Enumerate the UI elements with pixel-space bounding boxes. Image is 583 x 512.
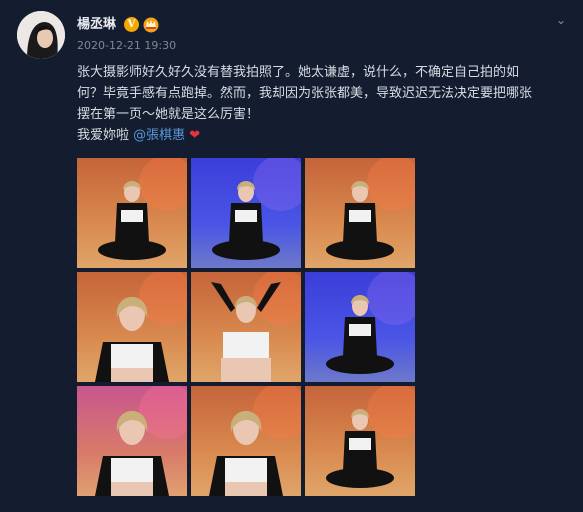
photo-7[interactable]: [77, 386, 187, 496]
photo-4[interactable]: [77, 272, 187, 382]
photo-grid: [77, 158, 415, 496]
photo-8[interactable]: [191, 386, 301, 496]
crown-icon: [142, 15, 160, 33]
post-text-line: 何？毕竟手感有点跑掉。然而，我却因为张张都美，导致迟迟无法决定要把哪张: [77, 86, 533, 101]
photo-6[interactable]: [305, 272, 415, 382]
love-text: 我爱妳啦: [77, 128, 134, 143]
photo-1[interactable]: [77, 158, 187, 268]
photo-9[interactable]: [305, 386, 415, 496]
chevron-down-icon[interactable]: ⌄: [554, 14, 568, 26]
post-text: 张大摄影师好久好久没有替我拍照了。她太谦虚，说什么，不确定自己拍的如 何？毕竟手…: [77, 62, 572, 146]
mention-link[interactable]: @張棋惠: [133, 128, 185, 143]
photo-3[interactable]: [305, 158, 415, 268]
post-text-line: 张大摄影师好久好久没有替我拍照了。她太谦虚，说什么，不确定自己拍的如: [77, 65, 520, 80]
post-text-line: 摆在第一页～她就是这么厉害！: [77, 107, 260, 122]
avatar[interactable]: [17, 11, 65, 59]
username[interactable]: 楊丞琳: [77, 16, 116, 34]
post-timestamp[interactable]: 2020-12-21 19:30: [77, 39, 176, 53]
photo-2[interactable]: [191, 158, 301, 268]
verified-badge-icon: V: [124, 17, 139, 32]
heart-icon: ❤: [189, 128, 201, 143]
photo-5[interactable]: [191, 272, 301, 382]
post-text-line: 我爱妳啦 @張棋惠 ❤: [77, 125, 572, 146]
